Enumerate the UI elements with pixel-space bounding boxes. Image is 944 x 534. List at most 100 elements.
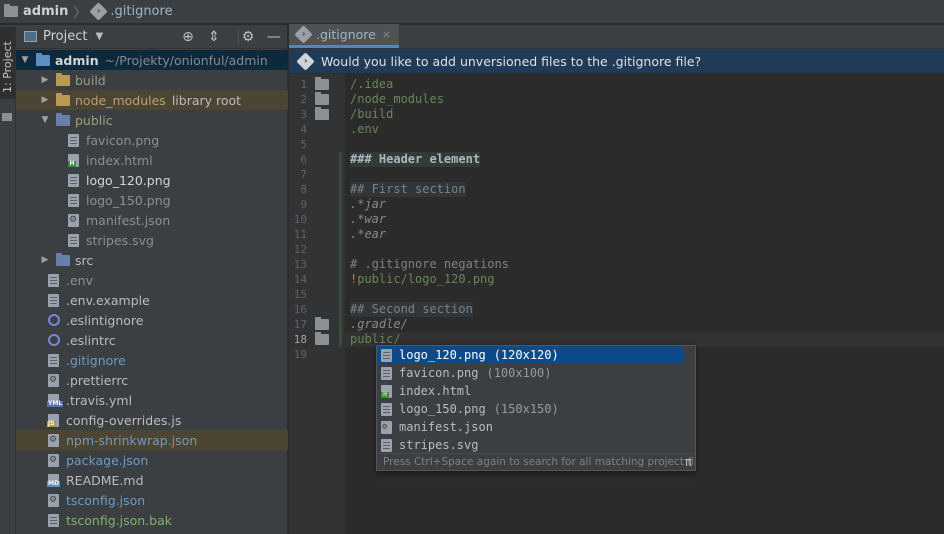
tree-item[interactable]: .prettierrc (16, 370, 288, 390)
completion-item-name: logo_120.png (399, 348, 486, 362)
code-line[interactable]: 5 (289, 137, 944, 152)
code-line[interactable]: 15 (289, 287, 944, 302)
tree-item[interactable]: favicon.png (16, 130, 288, 150)
tree-item[interactable]: logo_120.png (16, 170, 288, 190)
tree-item[interactable]: index.html (16, 150, 288, 170)
chevron-right-icon[interactable]: ▶ (40, 255, 50, 265)
code-line[interactable]: 8 ## First section (289, 182, 944, 197)
tree-item[interactable]: ▶ build (16, 70, 288, 90)
gitignore-icon: › (89, 2, 109, 21)
tree-item-label: package.json (66, 452, 149, 468)
code-line[interactable]: 16 ## Second section (289, 302, 944, 317)
tree-item[interactable]: ▼ public (16, 110, 288, 130)
chevron-down-icon[interactable]: ▼ (95, 31, 103, 42)
code-line[interactable]: 7 (289, 167, 944, 182)
change-marker[interactable] (339, 257, 342, 272)
tree-item[interactable]: ▼ admin ~/Projekty/onionful/admin (16, 50, 288, 70)
tree-item[interactable]: ▶ src (16, 250, 288, 270)
tree-item[interactable]: MD README.md (16, 470, 288, 490)
chevron-right-icon[interactable]: ▶ (40, 75, 50, 85)
tree-item[interactable]: .eslintrc (16, 330, 288, 350)
folder-icon (56, 112, 70, 126)
code-line[interactable]: 2/node_modules (289, 92, 944, 107)
line-number: 9 (300, 198, 307, 211)
code-line[interactable]: 3/build (289, 107, 944, 122)
tree-item-label: .gitignore (66, 352, 126, 368)
tree-item-label: admin (55, 52, 99, 68)
tree-item[interactable]: .env (16, 270, 288, 290)
code-line[interactable]: 6 ### Header element (289, 152, 944, 167)
completion-item[interactable]: logo_150.png (150x150) (377, 400, 695, 418)
folder-icon (56, 252, 70, 266)
line-text: /build (350, 107, 394, 121)
change-marker[interactable] (339, 182, 342, 197)
tree-item[interactable]: YML .travis.yml (16, 390, 288, 410)
project-view-selector[interactable]: Project (43, 29, 87, 44)
chevron-down-icon[interactable]: ▼ (40, 115, 50, 125)
editor-tab-gitignore[interactable]: › .gitignore × (289, 24, 400, 48)
change-marker[interactable] (339, 317, 342, 332)
project-tool-tab[interactable]: 1: Project (0, 27, 15, 99)
tree-item[interactable]: tsconfig.json.bak (16, 510, 288, 530)
tree-item[interactable]: npm-shrinkwrap.json (16, 430, 288, 450)
completion-item[interactable]: index.html (377, 382, 695, 400)
change-marker[interactable] (339, 197, 342, 212)
change-marker[interactable] (339, 227, 342, 242)
project-panel: Project ▼ ⊕ ⇕ ⚙ — ▼ admin ~/Projekty/onion… (16, 25, 288, 534)
tree-item[interactable]: .gitignore (16, 350, 288, 370)
change-marker[interactable] (339, 302, 342, 317)
change-marker[interactable] (339, 332, 342, 347)
code-line[interactable]: 11 .*ear (289, 227, 944, 242)
code-line[interactable]: 4 .env (289, 122, 944, 137)
hide-panel-icon[interactable]: — (266, 29, 282, 45)
completion-item[interactable]: stripes.svg (377, 436, 695, 454)
tree-item-label: node_modules (75, 92, 166, 108)
change-marker[interactable] (339, 287, 342, 302)
code-line[interactable]: 1 /.idea (289, 77, 944, 92)
change-marker[interactable] (339, 167, 342, 182)
code-line[interactable]: 13 # .gitignore negations (289, 257, 944, 272)
code-line[interactable]: 9 .*jar (289, 197, 944, 212)
completion-popup: logo_120.png (120x120) favicon.png (100x100… (376, 345, 696, 471)
change-marker[interactable] (339, 152, 342, 167)
locate-file-icon[interactable]: ⊕ (180, 29, 196, 45)
change-marker[interactable] (339, 272, 342, 287)
tree-item[interactable]: stripes.svg (16, 230, 288, 250)
chevron-right-icon[interactable]: ▶ (40, 95, 50, 105)
completion-hint: Press Ctrl+Space again to search for all… (377, 453, 695, 470)
gear-icon[interactable]: ⚙ (240, 29, 256, 45)
tree-item[interactable]: manifest.json (16, 210, 288, 230)
tree-item[interactable]: JS config-overrides.js (16, 410, 288, 430)
code-line[interactable]: 10 .*war (289, 212, 944, 227)
completion-item[interactable]: favicon.png (100x100) (377, 364, 695, 382)
change-marker[interactable] (339, 242, 342, 257)
breadcrumb-root[interactable]: admin (4, 4, 68, 19)
eslint-icon (48, 334, 60, 346)
tree-item[interactable]: .eslintignore (16, 310, 288, 330)
change-marker[interactable] (339, 212, 342, 227)
breadcrumb-file[interactable]: › .gitignore (89, 2, 173, 21)
pi-icon[interactable]: π (685, 454, 692, 470)
code-line[interactable]: 17 .gradle/ (289, 317, 944, 332)
line-number: 4 (300, 123, 307, 136)
folder-icon (315, 92, 329, 105)
yml-file-icon: YML (47, 393, 64, 407)
completion-item[interactable]: manifest.json (377, 418, 695, 436)
code-line[interactable]: 12 (289, 242, 944, 257)
tree-item[interactable]: package.json (16, 450, 288, 470)
tree-item[interactable]: tsconfig.json (16, 490, 288, 510)
completion-item[interactable]: logo_120.png (120x120) (377, 346, 683, 364)
add-unversioned-banner[interactable]: › Would you like to add unversioned file… (289, 49, 944, 73)
close-icon[interactable]: × (382, 28, 391, 41)
tree-item[interactable]: .env.example (16, 290, 288, 310)
structure-tool-icon[interactable] (2, 113, 12, 121)
file-icon (381, 402, 392, 416)
collapse-all-icon[interactable]: ⇕ (206, 29, 222, 45)
code-line[interactable]: 14 !public/logo_120.png (289, 272, 944, 287)
tree-item[interactable]: ▶ node_modules library root (16, 90, 288, 110)
chevron-down-icon[interactable]: ▼ (20, 55, 30, 65)
tree-item[interactable]: logo_150.png (16, 190, 288, 210)
line-number: 7 (300, 168, 307, 181)
line-number: 18 (293, 333, 307, 346)
tree-item-label: tsconfig.json (66, 492, 146, 508)
